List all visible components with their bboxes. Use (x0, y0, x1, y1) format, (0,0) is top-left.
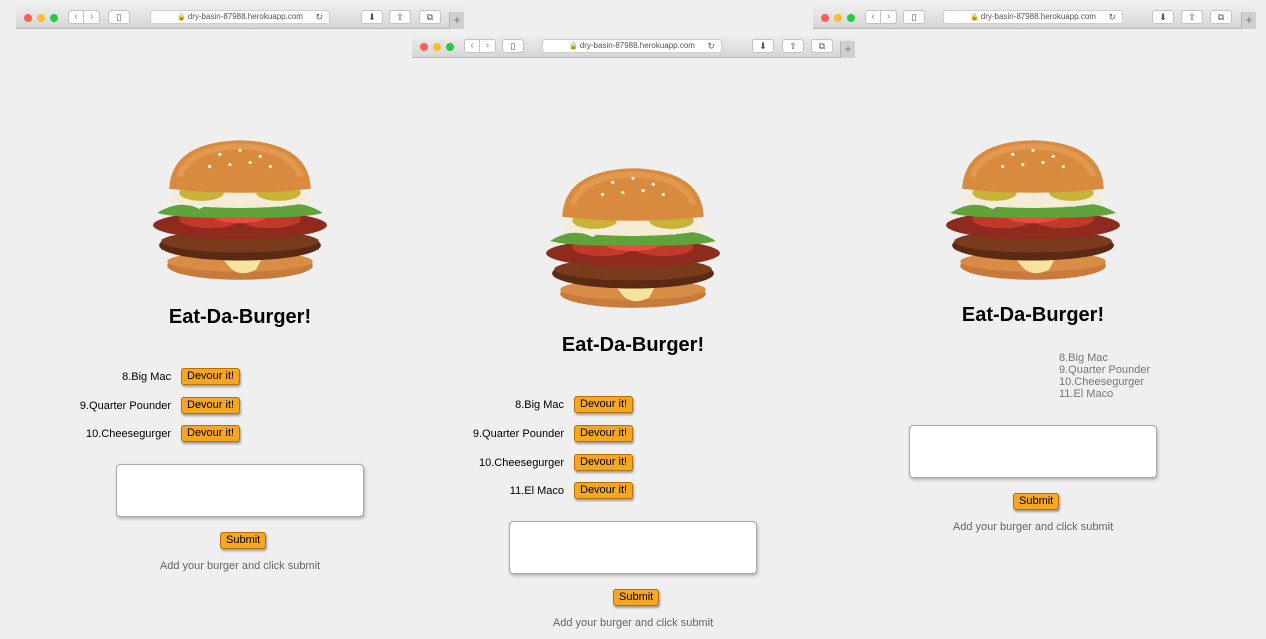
tabs-icon[interactable]: ⧉ (1210, 10, 1232, 24)
burger-name: 10.Cheesegurger (478, 456, 564, 469)
submit-button[interactable]: Submit (220, 532, 267, 549)
devour-button[interactable]: Devour it! (181, 425, 241, 442)
new-tab-icon[interactable]: + (449, 12, 464, 29)
browser-toolbar-center: ‹ › ▯ 🔒 dry-basin-87988.herokuapp.com ↻ ⬇ … (412, 36, 855, 58)
devour-button[interactable]: Devour it! (574, 425, 634, 442)
page-title: Eat-Da-Burger! (961, 304, 1105, 326)
list-item: 10.Cheesegurger Devour it! (444, 454, 634, 471)
submit-button[interactable]: Submit (613, 589, 660, 606)
back-icon[interactable]: ‹ (464, 39, 480, 53)
zoom-window-icon[interactable] (847, 14, 855, 22)
devour-button[interactable]: Devour it! (574, 396, 634, 413)
sidebar-icon[interactable]: ▯ (502, 39, 524, 53)
forward-icon[interactable]: › (480, 39, 496, 53)
share-icon[interactable]: ⇧ (1181, 10, 1203, 24)
burger-input[interactable] (509, 521, 757, 574)
share-icon[interactable]: ⇧ (389, 10, 411, 24)
browser-toolbar-right: ‹ › ▯ 🔒 dry-basin-87988.herokuapp.com ↻ ⬇ … (813, 7, 1256, 29)
list-item: 8.Big Mac Devour it! (51, 368, 241, 385)
address-bar[interactable]: 🔒 dry-basin-87988.herokuapp.com ↻ (150, 10, 330, 24)
close-window-icon[interactable] (24, 14, 32, 22)
devour-button[interactable]: Devour it! (574, 454, 634, 471)
url-text: dry-basin-87988.herokuapp.com (579, 41, 695, 50)
devour-button[interactable]: Devour it! (181, 397, 241, 414)
reload-icon[interactable]: ↻ (1108, 11, 1116, 23)
minimize-window-icon[interactable] (834, 14, 842, 22)
list-item: 11.El Maco Devour it! (444, 482, 634, 499)
burger-logo-image (149, 136, 331, 288)
list-item: 8.Big Mac Devour it! (444, 396, 634, 413)
forward-icon[interactable]: › (84, 10, 100, 24)
burger-input[interactable] (116, 464, 364, 517)
lock-icon: 🔒 (970, 14, 979, 21)
url-text: dry-basin-87988.herokuapp.com (187, 12, 303, 21)
sidebar-icon[interactable]: ▯ (903, 10, 925, 24)
reload-icon[interactable]: ↻ (315, 11, 323, 23)
close-window-icon[interactable] (821, 14, 829, 22)
new-tab-icon[interactable]: + (1241, 12, 1256, 29)
list-item: 10.Cheesegurger Devour it! (51, 425, 241, 442)
devoured-item: 11.El Maco (1059, 388, 1114, 400)
burger-logo-image (942, 136, 1124, 288)
instruction-text: Add your burger and click submit (552, 617, 714, 629)
address-bar[interactable]: 🔒 dry-basin-87988.herokuapp.com ↻ (542, 39, 722, 53)
download-icon[interactable]: ⬇ (1152, 10, 1174, 24)
download-icon[interactable]: ⬇ (752, 39, 774, 53)
lock-icon: 🔒 (569, 43, 578, 50)
instruction-text: Add your burger and click submit (159, 560, 321, 572)
devoured-item: 10.Cheesegurger (1059, 376, 1145, 388)
download-icon[interactable]: ⬇ (361, 10, 383, 24)
burger-logo-image (542, 164, 724, 316)
zoom-window-icon[interactable] (50, 14, 58, 22)
devoured-item: 8.Big Mac (1059, 352, 1108, 364)
forward-icon[interactable]: › (881, 10, 897, 24)
minimize-window-icon[interactable] (37, 14, 45, 22)
address-bar[interactable]: 🔒 dry-basin-87988.herokuapp.com ↻ (943, 10, 1123, 24)
window-controls (420, 43, 454, 51)
url-text: dry-basin-87988.herokuapp.com (980, 12, 1096, 21)
sidebar-icon[interactable]: ▯ (108, 10, 130, 24)
burger-input[interactable] (909, 425, 1157, 478)
window-controls (821, 14, 855, 22)
tabs-icon[interactable]: ⧉ (811, 39, 833, 53)
new-tab-icon[interactable]: + (840, 41, 855, 58)
devour-button[interactable]: Devour it! (574, 482, 634, 499)
list-item: 9.Quarter Pounder Devour it! (51, 397, 241, 414)
share-icon[interactable]: ⇧ (782, 39, 804, 53)
back-icon[interactable]: ‹ (68, 10, 84, 24)
zoom-window-icon[interactable] (446, 43, 454, 51)
burger-name: 9.Quarter Pounder (79, 399, 171, 412)
page-title: Eat-Da-Burger! (168, 306, 312, 328)
devour-button[interactable]: Devour it! (181, 368, 241, 385)
burger-name: 11.El Maco (509, 484, 564, 497)
submit-button[interactable]: Submit (1013, 493, 1060, 510)
burger-name: 8.Big Mac (122, 370, 171, 383)
burger-name: 9.Quarter Pounder (472, 427, 564, 440)
page-title: Eat-Da-Burger! (561, 334, 705, 356)
devoured-item: 9.Quarter Pounder (1059, 364, 1151, 376)
tabs-icon[interactable]: ⧉ (419, 10, 441, 24)
devoured-list: 8.Big Mac 9.Quarter Pounder 10.Cheesegur… (1059, 352, 1150, 400)
close-window-icon[interactable] (420, 43, 428, 51)
lock-icon: 🔒 (177, 14, 186, 21)
burger-name: 10.Cheesegurger (85, 427, 171, 440)
instruction-text: Add your burger and click submit (952, 521, 1114, 533)
minimize-window-icon[interactable] (433, 43, 441, 51)
list-item: 9.Quarter Pounder Devour it! (444, 425, 634, 442)
window-controls (24, 14, 58, 22)
back-icon[interactable]: ‹ (865, 10, 881, 24)
reload-icon[interactable]: ↻ (707, 40, 715, 52)
burger-name: 8.Big Mac (515, 398, 564, 411)
browser-toolbar-left: ‹ › ▯ 🔒 dry-basin-87988.herokuapp.com ↻ ⬇ … (16, 7, 464, 29)
